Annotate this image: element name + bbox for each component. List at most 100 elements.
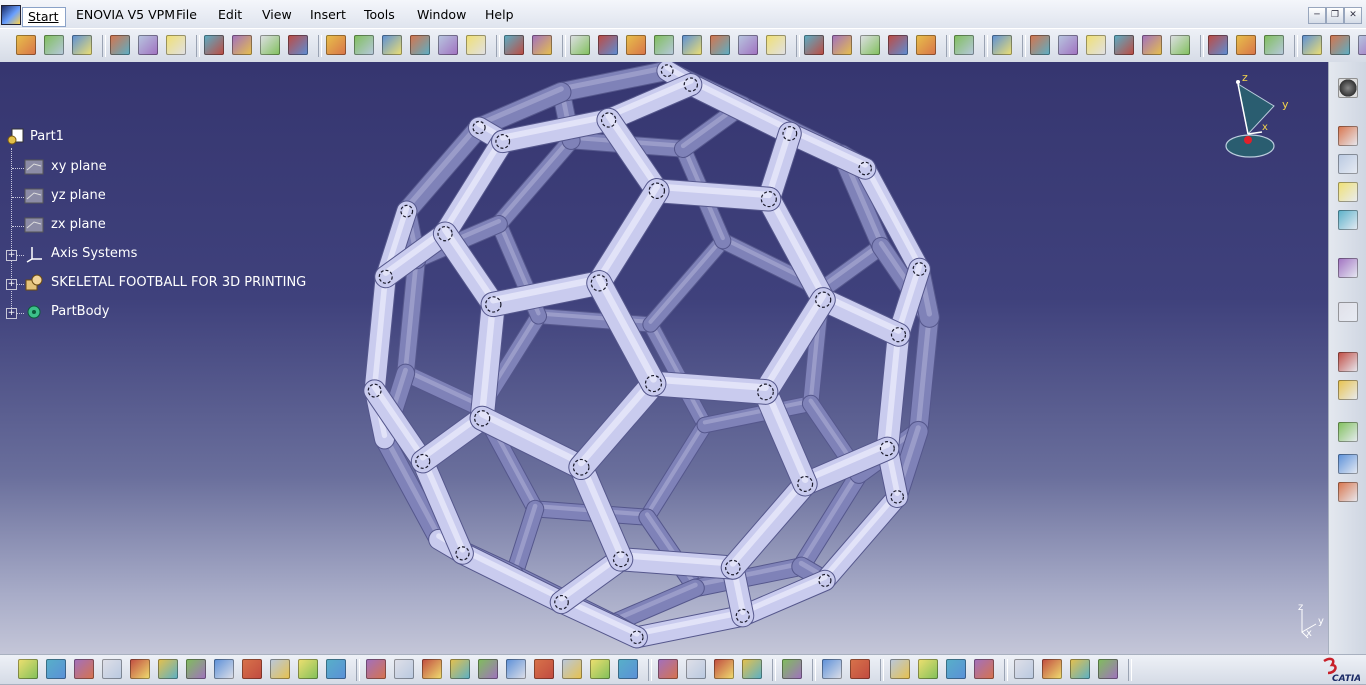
select-icon[interactable] (1338, 258, 1358, 278)
knowledge-icon[interactable] (890, 659, 910, 679)
point-icon[interactable] (110, 35, 130, 55)
scale-icon[interactable] (888, 35, 908, 55)
replace-icon[interactable] (1338, 210, 1358, 230)
mirror-icon[interactable] (832, 35, 852, 55)
menu-insert[interactable]: Insert (310, 7, 346, 22)
hide-show-icon[interactable] (298, 659, 318, 679)
chamfer-icon[interactable] (438, 35, 458, 55)
sew-surface-icon[interactable] (710, 35, 730, 55)
print-icon[interactable] (450, 659, 470, 679)
shell-icon[interactable] (504, 35, 524, 55)
expand-part-body[interactable]: + (6, 308, 17, 319)
body-icon[interactable] (1086, 35, 1106, 55)
undo-icon[interactable] (562, 659, 582, 679)
close-surface-icon[interactable] (682, 35, 702, 55)
fillet-icon[interactable] (410, 35, 430, 55)
iso-view-icon[interactable] (242, 659, 262, 679)
new-icon[interactable] (366, 659, 386, 679)
skeletal-football-model[interactable] (340, 62, 980, 654)
expand-geometrical-set[interactable]: + (6, 279, 17, 290)
fix-together-icon[interactable] (72, 35, 92, 55)
pan-icon[interactable] (74, 659, 94, 679)
inertia-icon[interactable] (742, 659, 762, 679)
capture-icon[interactable] (782, 659, 802, 679)
rib-icon[interactable] (354, 35, 374, 55)
expand-icon[interactable] (1098, 659, 1118, 679)
ordered-set-icon[interactable] (1338, 352, 1358, 372)
dimension-icon[interactable] (1302, 35, 1322, 55)
axis-icon[interactable] (1208, 35, 1228, 55)
menu-start[interactable]: Start (22, 7, 66, 27)
compass-widget[interactable]: z y x (1218, 70, 1318, 165)
annotation-icon[interactable] (1330, 35, 1350, 55)
shading-icon[interactable] (270, 659, 290, 679)
menu-edit[interactable]: Edit (218, 7, 242, 22)
plane-icon[interactable] (166, 35, 186, 55)
tree-icon[interactable] (1042, 659, 1062, 679)
remove-face-icon[interactable] (598, 35, 618, 55)
restore-icon[interactable]: ❐ (1326, 7, 1344, 24)
thread-icon[interactable] (570, 35, 590, 55)
measure-item-icon[interactable] (714, 659, 734, 679)
copy-icon[interactable] (506, 659, 526, 679)
save-icon[interactable] (422, 659, 442, 679)
update-icon[interactable] (658, 659, 678, 679)
menu-tools[interactable]: Tools (364, 7, 395, 22)
manipulator-icon[interactable] (1338, 482, 1358, 502)
rotate-icon[interactable] (766, 35, 786, 55)
catia-app-icon[interactable] (1, 5, 21, 25)
catalog-icon[interactable] (822, 659, 842, 679)
snap-icon[interactable] (1170, 35, 1190, 55)
zoom-out-icon[interactable] (158, 659, 178, 679)
fit-all-icon[interactable] (46, 659, 66, 679)
close-icon[interactable]: ✕ (1344, 7, 1362, 24)
symmetry-icon[interactable] (804, 35, 824, 55)
copy-paste-special-icon[interactable] (1338, 126, 1358, 146)
redo-icon[interactable] (590, 659, 610, 679)
anchor-icon[interactable] (44, 35, 64, 55)
rule-icon[interactable] (974, 659, 994, 679)
workbench-selector-icon[interactable] (1338, 78, 1358, 98)
sketcher-icon[interactable] (1338, 380, 1358, 400)
comment-icon[interactable] (946, 659, 966, 679)
powercopy-icon[interactable] (1338, 182, 1358, 202)
shaft-icon[interactable] (260, 35, 280, 55)
split-icon[interactable] (626, 35, 646, 55)
menu-enovia[interactable]: ENOVIA V5 VPM (76, 7, 175, 22)
instance-icon[interactable] (1338, 154, 1358, 174)
menu-view[interactable]: View (262, 7, 292, 22)
measure-icon[interactable] (992, 35, 1012, 55)
groove-icon[interactable] (288, 35, 308, 55)
slot-icon[interactable] (382, 35, 402, 55)
sketch-icon[interactable] (916, 35, 936, 55)
cut-icon[interactable] (478, 659, 498, 679)
thickness-icon[interactable] (532, 35, 552, 55)
pocket-icon[interactable] (232, 35, 252, 55)
part-icon[interactable] (850, 659, 870, 679)
pattern-icon[interactable] (860, 35, 880, 55)
geometry-set-icon[interactable] (1338, 302, 1358, 322)
render-icon[interactable] (1264, 35, 1284, 55)
zoom-in-icon[interactable] (130, 659, 150, 679)
analysis-icon[interactable] (954, 35, 974, 55)
minimize-icon[interactable]: ─ (1308, 7, 1326, 24)
measure-between-icon[interactable] (686, 659, 706, 679)
normal-view-icon[interactable] (186, 659, 206, 679)
translate-icon[interactable] (738, 35, 758, 55)
fly-mode-icon[interactable] (1142, 35, 1162, 55)
whats-this-icon[interactable] (618, 659, 638, 679)
menu-help[interactable]: Help (485, 7, 514, 22)
menu-window[interactable]: Window (417, 7, 466, 22)
workbench-icon[interactable] (1358, 35, 1366, 55)
draft-icon[interactable] (466, 35, 486, 55)
lock-icon[interactable] (1070, 659, 1090, 679)
thick-surface-icon[interactable] (654, 35, 674, 55)
constraints-icon[interactable] (16, 35, 36, 55)
reference-icon[interactable] (1338, 454, 1358, 474)
line-icon[interactable] (138, 35, 158, 55)
paste-icon[interactable] (534, 659, 554, 679)
rotate-view-icon[interactable] (102, 659, 122, 679)
boolean-icon[interactable] (1114, 35, 1134, 55)
apply-material-icon[interactable] (1058, 35, 1078, 55)
swap-visible-icon[interactable] (326, 659, 346, 679)
